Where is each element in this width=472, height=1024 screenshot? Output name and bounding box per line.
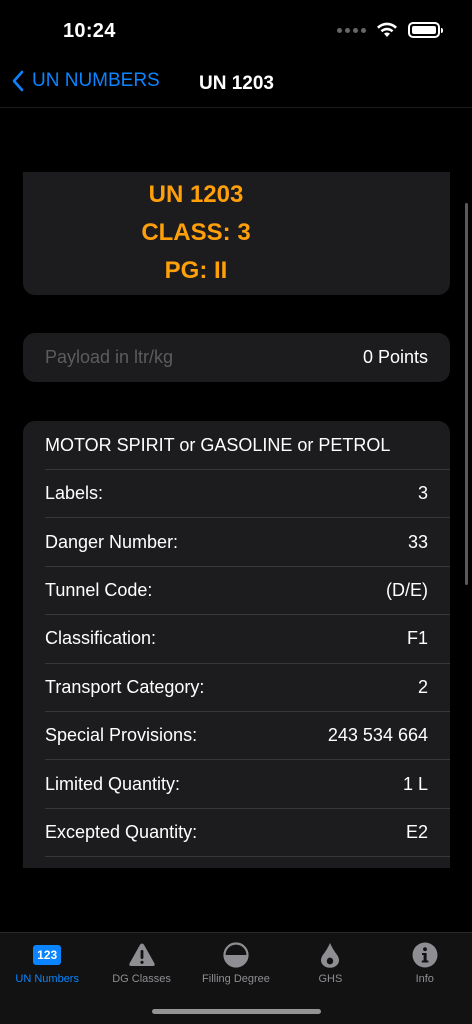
un-number-heading: UN 1203 — [148, 181, 244, 208]
points-value: 0 Points — [362, 347, 428, 367]
substance-name: MOTOR SPIRIT or GASOLINE or PETROL — [45, 435, 391, 455]
123-badge-icon: 123 — [33, 945, 62, 965]
detail-value: 243 534 664 — [327, 725, 428, 746]
detail-value: F1 — [406, 628, 428, 649]
detail-label: Excepted Quantity: — [45, 821, 198, 842]
detail-value: (D/E) — [386, 579, 428, 600]
detail-row-special-provisions: Special Provisions: 243 534 664 — [45, 710, 450, 759]
detail-label: Labels: — [45, 483, 104, 504]
detail-row-tunnel-code: Tunnel Code: (D/E) — [45, 565, 450, 614]
warning-triangle-icon — [128, 943, 155, 966]
tab-label: UN Numbers — [15, 973, 79, 985]
un-summary-card: UN 1203 CLASS: 3 PG: II — [23, 172, 450, 295]
back-button-label: UN NUMBERS — [32, 70, 160, 91]
vertical-scrollbar[interactable] — [465, 203, 468, 585]
detail-row-danger-number: Danger Number: 33 — [45, 517, 450, 565]
info-icon — [412, 942, 438, 968]
page-title: UN 1203 — [199, 73, 274, 94]
navigation-bar: UN NUMBERS UN 1203 — [0, 60, 472, 108]
chevron-left-icon — [12, 70, 24, 92]
tab-label: GHS — [318, 973, 343, 985]
detail-row-transport-category: Transport Category: 2 — [45, 662, 450, 711]
drop-icon — [321, 943, 340, 968]
detail-label: Danger Number: — [45, 531, 179, 552]
tab-label: Filling Degree — [202, 973, 270, 985]
tab-info[interactable]: Info — [378, 933, 472, 1024]
detail-value: 1 L — [402, 773, 428, 794]
status-icons — [337, 22, 443, 38]
back-button[interactable]: UN NUMBERS — [12, 70, 160, 92]
detail-row-excepted-quantity: Excepted Quantity: E2 — [45, 807, 450, 856]
hazard-class-heading: CLASS: 3 — [141, 219, 251, 246]
payload-card: 0 Points — [23, 333, 450, 382]
battery-icon — [408, 22, 443, 38]
detail-label: Classification: — [45, 628, 157, 649]
detail-label: Limited Quantity: — [45, 773, 181, 794]
details-card: MOTOR SPIRIT or GASOLINE or PETROL Label… — [23, 421, 450, 868]
status-time: 10:24 — [63, 20, 116, 42]
detail-value: 2 — [417, 676, 428, 697]
detail-row-limited-quantity: Limited Quantity: 1 L — [45, 759, 450, 807]
detail-label: Tunnel Code: — [45, 579, 153, 600]
half-circle-icon — [223, 942, 249, 968]
tab-un-numbers[interactable]: 123 UN Numbers — [0, 933, 94, 1024]
status-bar: 10:24 — [0, 0, 472, 60]
detail-row-empty — [45, 856, 450, 868]
detail-label: Transport Category: — [45, 676, 205, 697]
cellular-signal-icon — [337, 27, 366, 33]
detail-row-labels: Labels: 3 — [45, 469, 450, 517]
tab-label: DG Classes — [112, 973, 171, 985]
detail-value: E2 — [405, 821, 428, 842]
detail-label: Special Provisions: — [45, 725, 198, 746]
detail-value: 33 — [407, 531, 428, 552]
tab-label: Info — [415, 973, 434, 985]
home-indicator — [152, 1009, 321, 1014]
detail-row-classification: Classification: F1 — [45, 614, 450, 662]
payload-input[interactable] — [45, 347, 285, 368]
detail-value: 3 — [417, 483, 428, 504]
packing-group-heading: PG: II — [164, 257, 228, 284]
wifi-icon — [377, 22, 397, 37]
